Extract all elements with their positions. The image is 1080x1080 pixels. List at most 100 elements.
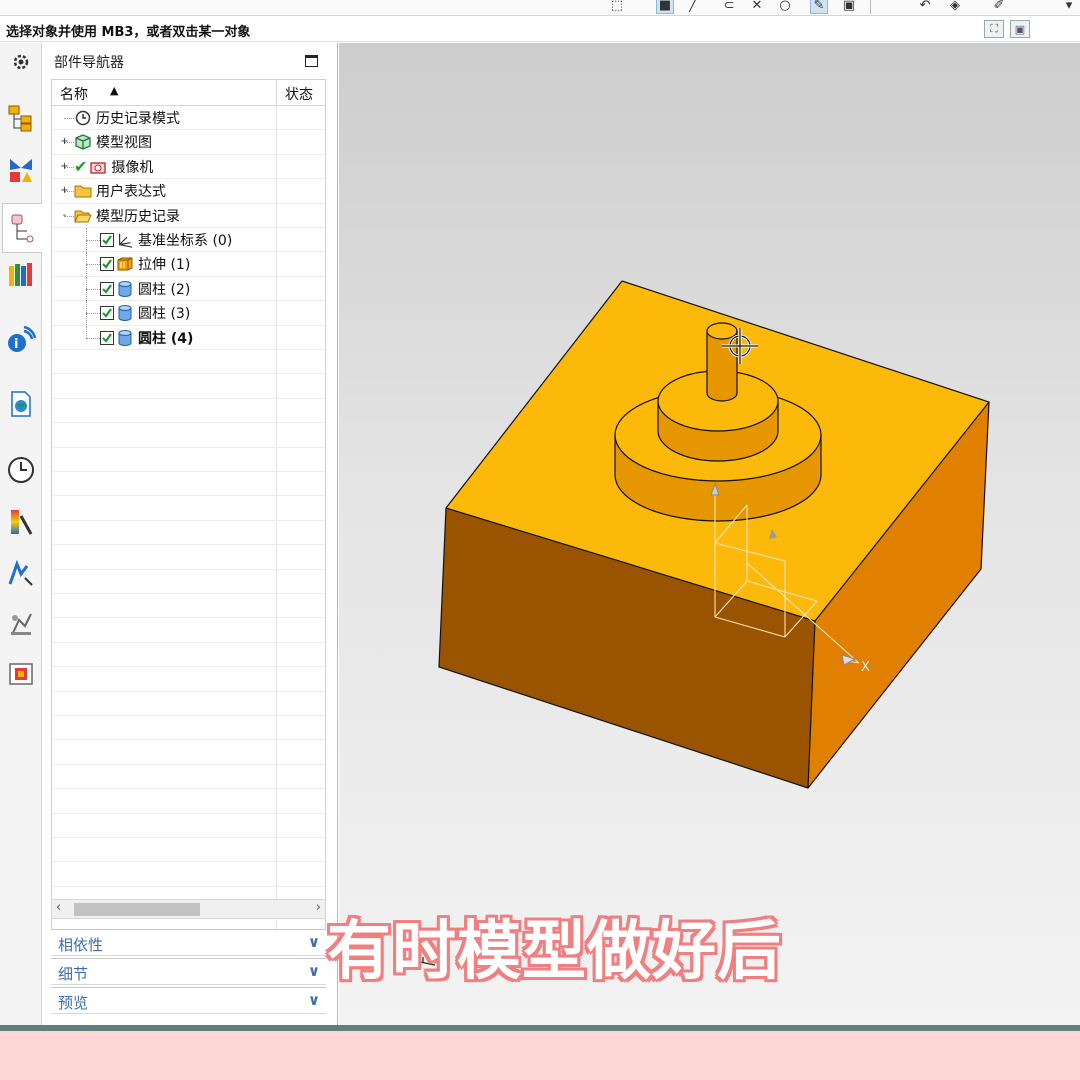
tree-node[interactable]: 用户表达式 xyxy=(74,179,166,203)
table-row xyxy=(52,472,325,497)
checkmark-icon[interactable]: ✔ xyxy=(74,157,87,176)
view-icon[interactable]: ▣ xyxy=(840,0,858,14)
visibility-checkbox[interactable] xyxy=(100,330,114,345)
tree-node[interactable]: 基准坐标系 (0) xyxy=(100,228,232,252)
tree-node[interactable]: 历史记录模式 xyxy=(74,106,180,130)
shaded-view-icon[interactable]: ■ xyxy=(656,0,674,14)
x-axis-label: X xyxy=(861,660,870,675)
graphics-window[interactable]: X X xyxy=(339,43,1080,1025)
assembly-navigator-icon[interactable] xyxy=(6,103,36,133)
chevron-down-icon[interactable]: ∨ xyxy=(308,962,320,980)
section-details[interactable]: 细节 ∨ xyxy=(51,958,326,985)
process-studio-icon[interactable] xyxy=(6,507,36,537)
circle-snap-icon[interactable]: ○ xyxy=(776,0,794,14)
extrude-icon xyxy=(116,255,134,273)
system-scene-icon[interactable] xyxy=(6,609,36,639)
history-icon[interactable] xyxy=(6,455,36,485)
table-row xyxy=(52,618,325,643)
video-subtitle: 有时模型做好后 xyxy=(327,915,782,989)
web-browser-icon[interactable] xyxy=(6,389,36,419)
table-row[interactable]: + 用户表达式 xyxy=(52,179,325,204)
scroll-left-icon[interactable]: ‹ xyxy=(56,900,61,915)
visibility-checkbox[interactable] xyxy=(100,281,114,296)
table-row[interactable]: + 模型视图 xyxy=(52,130,325,155)
chevron-down-icon[interactable]: ∨ xyxy=(308,933,320,951)
tree-node[interactable]: 圆柱 (2) xyxy=(100,277,190,301)
tree-node-label: 模型视图 xyxy=(96,135,152,152)
table-row[interactable]: 圆柱 (4) xyxy=(52,325,325,350)
visibility-checkbox[interactable] xyxy=(100,233,114,247)
tree-node[interactable]: 模型历史记录 xyxy=(74,204,180,228)
table-row xyxy=(52,423,325,448)
selection-rectangle-icon[interactable]: ⬚ xyxy=(608,0,626,14)
settings-gear-icon[interactable] xyxy=(6,47,36,77)
table-row xyxy=(52,667,325,692)
roles-icon[interactable] xyxy=(6,559,36,589)
snap-point-icon[interactable]: ✕ xyxy=(748,0,766,14)
chevron-down-icon[interactable]: ∨ xyxy=(308,991,320,1009)
section-dependencies[interactable]: 相依性 ∨ xyxy=(51,929,326,956)
panel-title: 部件导航器 xyxy=(54,55,124,71)
collapse-icon[interactable]: - xyxy=(60,210,69,221)
table-row xyxy=(52,398,325,424)
table-row[interactable]: 历史记录模式 xyxy=(52,106,325,131)
hd3d-tools-icon[interactable]: i xyxy=(6,325,36,355)
maximize-icon[interactable] xyxy=(305,55,318,67)
tree-node[interactable]: 圆柱 (3) xyxy=(100,301,190,325)
bottom-banner xyxy=(0,1031,1080,1080)
tree-node[interactable]: 拉伸 (1) xyxy=(100,252,190,276)
table-row xyxy=(52,862,325,887)
table-row[interactable]: 圆柱 (3) xyxy=(52,301,325,326)
scrollbar-thumb[interactable] xyxy=(74,903,200,916)
table-row xyxy=(52,764,325,790)
constraint-navigator-icon[interactable] xyxy=(6,155,36,185)
section-label: 相依性 xyxy=(58,936,104,954)
sort-ascending-icon[interactable]: ▲ xyxy=(110,84,118,97)
table-row xyxy=(52,496,325,521)
expand-icon[interactable]: + xyxy=(60,137,69,147)
tree-node[interactable]: 模型视图 xyxy=(74,130,152,154)
table-row[interactable]: + ✔ 摄像机 xyxy=(52,154,325,180)
pen-icon[interactable]: ✎ xyxy=(810,0,828,14)
fit-view-icon[interactable]: ▣ xyxy=(1010,20,1030,38)
table-row[interactable]: 拉伸 (1) xyxy=(52,252,325,277)
model-view-icon xyxy=(74,133,92,151)
visibility-checkbox[interactable] xyxy=(100,257,114,272)
arc-icon[interactable]: ⊂ xyxy=(720,0,738,14)
filter-icon[interactable]: ⛶ xyxy=(984,20,1004,38)
system-materials-icon[interactable] xyxy=(6,659,36,689)
horizontal-scrollbar[interactable]: ‹ › xyxy=(51,899,326,919)
tree-node-label: 基准坐标系 (0) xyxy=(138,233,233,249)
folder-open-icon xyxy=(74,207,92,225)
section-preview[interactable]: 预览 ∨ xyxy=(51,987,326,1014)
cylinder-icon xyxy=(116,304,134,322)
scroll-right-icon[interactable]: › xyxy=(316,900,321,915)
tree-node-label: 圆柱 (2) xyxy=(138,281,191,298)
tree-node[interactable]: ✔ 摄像机 xyxy=(74,155,153,179)
table-row xyxy=(52,520,325,546)
paint-icon[interactable]: ✐ xyxy=(990,0,1008,14)
reuse-library-icon[interactable] xyxy=(6,259,36,289)
expand-icon[interactable]: + xyxy=(60,161,69,172)
undo-icon[interactable]: ↶ xyxy=(916,0,934,14)
table-row xyxy=(52,740,325,765)
table-row[interactable]: 基准坐标系 (0) xyxy=(52,228,325,253)
table-row xyxy=(52,569,325,594)
expand-icon[interactable]: + xyxy=(60,186,69,196)
column-header-name[interactable]: 名称 xyxy=(60,84,88,104)
table-row xyxy=(52,374,325,399)
table-row[interactable]: - 模型历史记录 xyxy=(52,203,325,228)
column-header-state[interactable]: 状态 xyxy=(276,80,325,106)
tree-node-label: 摄像机 xyxy=(111,159,154,176)
tree-node-label: 用户表达式 xyxy=(96,184,166,201)
small-cylinder[interactable] xyxy=(706,322,738,402)
section-label: 预览 xyxy=(58,994,89,1012)
table-row[interactable]: 圆柱 (2) xyxy=(52,276,325,302)
layer-icon[interactable]: ◈ xyxy=(946,0,964,14)
dropdown-chevron-icon[interactable]: ▾ xyxy=(1060,0,1078,14)
line-icon[interactable]: ╱ xyxy=(684,0,702,14)
visibility-checkbox[interactable] xyxy=(100,306,114,321)
part-navigator-icon[interactable] xyxy=(2,203,42,253)
tree-node[interactable]: 圆柱 (4) xyxy=(100,326,193,350)
model-view[interactable]: X X xyxy=(339,43,1080,1025)
